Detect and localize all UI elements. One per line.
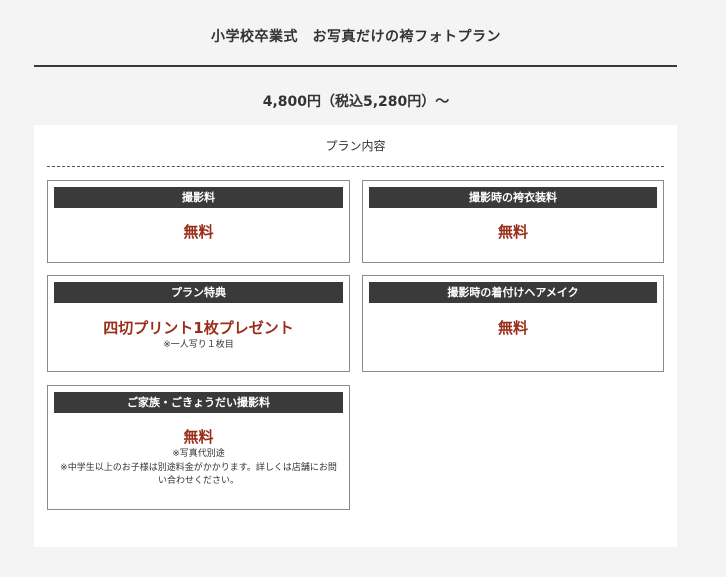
card-header: ご家族・ごきょうだい撮影料	[54, 392, 343, 413]
card-header: 撮影時の着付けヘアメイク	[369, 282, 657, 303]
card-header: 撮影料	[54, 187, 343, 208]
title-divider	[34, 65, 677, 67]
plan-contents-panel: プラン内容 撮影料 無料 撮影時の袴衣装料 無料 プラン特典 四切プリント1枚プ…	[34, 125, 677, 547]
card-note: ※写真代別途	[172, 449, 225, 459]
card-value: 無料	[183, 223, 214, 241]
card-value: 無料	[497, 223, 528, 241]
card-photo-fee: 撮影料 無料	[47, 180, 350, 263]
card-note-detail: ※中学生以上のお子様は別途料金がかかります。詳しくは店舗にお問い合わせください。	[60, 463, 337, 486]
card-family-siblings-fee: ご家族・ごきょうだい撮影料 無料 ※写真代別途 ※中学生以上のお子様は別途料金が…	[47, 385, 350, 510]
plan-contents-heading: プラン内容	[325, 139, 386, 153]
card-plan-bonus: プラン特典 四切プリント1枚プレゼント ※一人写り１枚目	[47, 275, 350, 372]
card-value: 無料	[183, 428, 214, 446]
card-value: 四切プリント1枚プレゼント	[103, 319, 294, 337]
plan-price: 4,800円（税込5,280円）〜	[262, 94, 450, 110]
card-dressing-hair-makeup: 撮影時の着付けヘアメイク 無料	[362, 275, 664, 372]
plan-title: 小学校卒業式 お写真だけの袴フォトプラン	[211, 29, 501, 45]
card-header: プラン特典	[54, 282, 343, 303]
card-header: 撮影時の袴衣装料	[369, 187, 657, 208]
card-hakama-costume-fee: 撮影時の袴衣装料 無料	[362, 180, 664, 263]
card-note: ※一人写り１枚目	[163, 340, 234, 350]
plan-contents-divider	[47, 166, 664, 167]
card-value: 無料	[497, 319, 528, 337]
